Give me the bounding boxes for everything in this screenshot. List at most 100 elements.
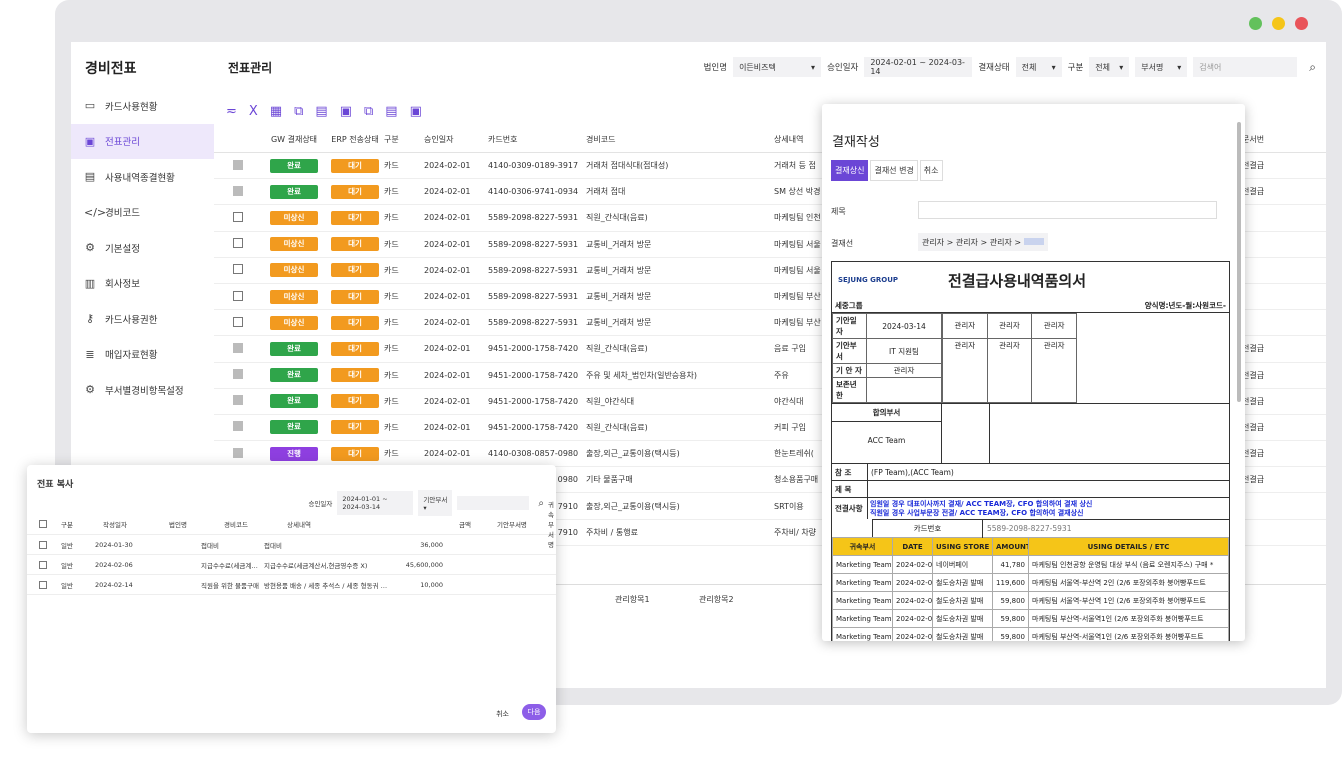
modal-scrollbar[interactable] (1237, 122, 1241, 402)
copy-cell-code: 접대비 (201, 541, 219, 550)
search-input[interactable]: 검색어 (1193, 57, 1298, 77)
sidebar-item-3[interactable]: </> 경비코드 (71, 195, 214, 231)
sidebar-item-1[interactable]: ▣ 전표관리 (71, 123, 214, 159)
cell-code: 거래처 접대식대(접대성) (586, 161, 669, 171)
sidebar-item-6[interactable]: ⚷ 카드사용권한 (71, 301, 214, 337)
cell-date: 2024-02-01 (424, 292, 471, 302)
note-line-1: 임원일 경우 대표이사까지 결재/ ACC TEAM장, CFO 합의하여 결재… (870, 500, 1093, 508)
type-label: 구분 (1067, 63, 1084, 73)
row-checkbox[interactable] (233, 447, 243, 458)
subject-input[interactable] (918, 201, 1217, 219)
cell-doc: 전결급 (1242, 396, 1265, 406)
cell-code: 교통비_거래처 방문 (586, 239, 652, 249)
cell-date: 2024-02-01 (424, 396, 471, 406)
field-value: IT 지원팀 (866, 338, 942, 364)
gear-icon: ⚙ (85, 383, 95, 397)
window-dot-red[interactable] (1295, 17, 1308, 30)
sidebar-item-4[interactable]: ⚙ 기본설정 (71, 230, 214, 266)
search-icon[interactable]: ⌕ (1309, 60, 1316, 75)
copy-table-row[interactable]: 일반 2024-02-14 직원을 위한 물품구매 방현용품 배송 / 세종 추석스 … (27, 575, 556, 595)
toolbar-icon-7[interactable]: ▤ (385, 104, 397, 119)
row-checkbox[interactable] (233, 290, 243, 301)
erp-status-cell: 대기 (326, 420, 384, 435)
usage-header: USING DETAILS / ETC (1028, 537, 1229, 556)
copy-date-input[interactable]: 2024-01-01 ~ 2024-03-14 (337, 491, 414, 515)
search-icon[interactable]: ⌕ (538, 498, 544, 509)
toolbar-icon-5[interactable]: ▣ (340, 104, 352, 119)
copy-column-header: 상세내역 (287, 520, 311, 529)
copy-table-row[interactable]: 일반 2024-01-30 접대비 접대비 36,000 (27, 535, 556, 555)
dept-value: 부서명 (1141, 62, 1164, 72)
copy-next-button[interactable]: 다음 (522, 704, 546, 720)
gw-status-cell: 완료 (262, 394, 326, 409)
gw-status-badge: 미상신 (270, 263, 318, 278)
gw-status-badge: 미상신 (270, 237, 318, 252)
building-icon: ▥ (84, 276, 96, 290)
row-checkbox[interactable] (233, 185, 243, 196)
approver-name: 관리자 (1031, 337, 1077, 404)
row-checkbox[interactable] (233, 342, 243, 353)
usage-cell: Marketing Team (832, 609, 893, 628)
row-checkbox[interactable] (233, 395, 243, 406)
window-dot-yellow[interactable] (1272, 17, 1285, 30)
row-select-cell (214, 290, 262, 303)
cell-doc: 전결급 (1242, 187, 1265, 197)
row-checkbox[interactable] (233, 369, 243, 380)
toolbar-icon-0[interactable]: ≂ (226, 104, 237, 119)
row-checkbox[interactable] (39, 540, 47, 549)
row-checkbox[interactable] (233, 238, 243, 249)
gw-status-badge: 진행 (270, 446, 318, 461)
type-select[interactable]: 전체 ▾ (1089, 57, 1130, 77)
row-checkbox[interactable] (39, 580, 47, 589)
row-select-cell (214, 264, 262, 276)
select-all-checkbox[interactable] (39, 519, 47, 528)
copy-column-header: 법인명 (169, 520, 187, 529)
usage-cell: 2024-02-01 (892, 573, 933, 592)
copy-table-row[interactable]: 일반 2024-02-06 지급수수료(세금계… 지급수수료(세금계산서,현금영수증 … (27, 555, 556, 575)
corp-select[interactable]: 이든비즈텍 ▾ (733, 57, 822, 77)
corp-value: 이든비즈텍 (739, 62, 776, 72)
copy-cancel-button[interactable]: 취소 (496, 709, 509, 719)
cell-doc: 전결급 (1242, 449, 1265, 459)
approval-line-value[interactable]: 관리자 > 관리자 > 관리자 > (918, 233, 1048, 251)
sidebar-item-7[interactable]: ≣ 매입자료현황 (71, 337, 214, 373)
approver-title: 관리자 (986, 313, 1033, 339)
sidebar-item-label: 부서별경비항목설정 (105, 385, 184, 397)
toolbar-icon-1[interactable]: X (249, 104, 258, 119)
toolbar-icon-4[interactable]: ▤ (315, 104, 327, 119)
cancel-button[interactable]: 취소 (919, 160, 943, 181)
erp-status-cell: 대기 (326, 289, 384, 304)
sidebar-item-2[interactable]: ▤ 사용내역종결현황 (71, 159, 214, 195)
window-dot-green[interactable] (1249, 17, 1262, 30)
row-checkbox[interactable] (233, 264, 243, 275)
row-checkbox[interactable] (233, 159, 243, 170)
submit-approval-button[interactable]: 결재상신 (831, 160, 869, 181)
change-line-button[interactable]: 결재선 변경 (870, 160, 918, 181)
toolbar-icon-2[interactable]: ▦ (270, 104, 282, 119)
copy-dept-value: 기안부서 (423, 496, 448, 504)
toolbar-icon-3[interactable]: ⧉ (294, 104, 303, 119)
sidebar-item-0[interactable]: ▭ 카드사용현황 (71, 88, 214, 124)
sidebar-item-8[interactable]: ⚙ 부서별경비항목설정 (71, 372, 214, 408)
row-select-cell (214, 238, 262, 250)
toolbar-icon-6[interactable]: ⧉ (364, 104, 373, 119)
row-select-cell (214, 421, 262, 433)
status-select[interactable]: 전체 ▾ (1015, 57, 1062, 77)
date-range-input[interactable]: 2024-02-01 ~ 2024-03-14 (864, 57, 973, 77)
gw-status-cell: 완료 (262, 184, 326, 199)
dept-select[interactable]: 부서명 ▾ (1135, 57, 1188, 77)
row-checkbox[interactable] (233, 211, 243, 222)
subject-label: 제목 (831, 207, 846, 216)
sidebar-item-label: 카드사용현황 (105, 101, 158, 113)
row-checkbox[interactable] (39, 560, 47, 569)
sidebar-item-label: 매입자료현황 (105, 350, 158, 362)
copy-search-input[interactable] (457, 496, 530, 510)
approver-table: 관리자 관리자 관리자 관리자 관리자 관리자 (942, 313, 1077, 404)
row-checkbox[interactable] (233, 421, 243, 432)
usage-cell: Marketing Team (832, 573, 893, 592)
sidebar-item-5[interactable]: ▥ 회사정보 (71, 266, 214, 302)
chevron-down-icon: ▾ (1119, 62, 1124, 72)
toolbar-icon-8[interactable]: ▣ (410, 104, 422, 119)
agree-team: ACC Team (867, 436, 906, 445)
row-checkbox[interactable] (233, 316, 243, 327)
